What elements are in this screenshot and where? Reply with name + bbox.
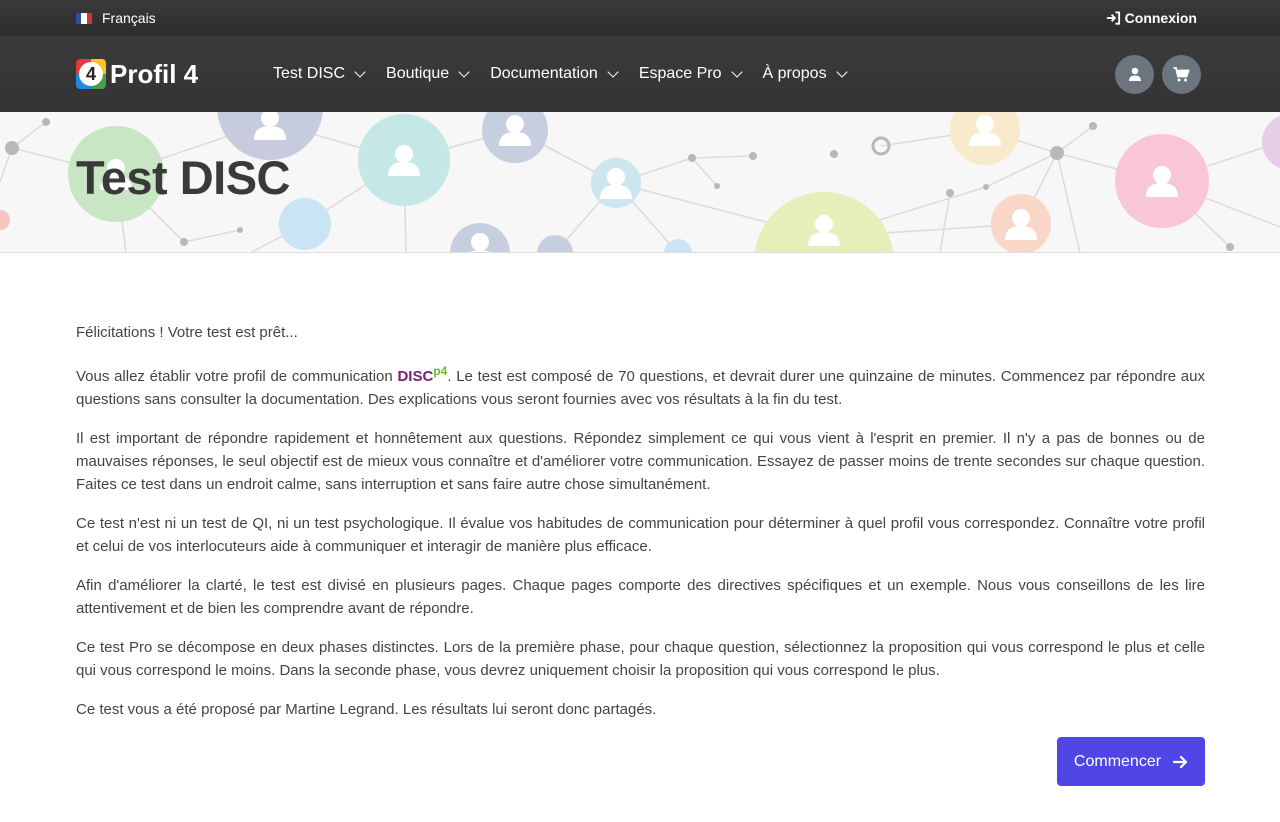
disc-brand-sup: p4	[433, 364, 448, 378]
paragraph-2: Il est important de répondre rapidement …	[76, 430, 1205, 493]
menu-item-boutique[interactable]: Boutique	[386, 65, 470, 83]
paragraph-6: Ce test vous a été proposé par Martine L…	[76, 701, 657, 718]
arrow-right-icon	[1173, 755, 1188, 768]
paragraph-5: Ce test Pro se décompose en deux phases …	[76, 639, 1205, 679]
login-link[interactable]: Connexion	[1106, 10, 1197, 26]
language-label: Français	[102, 10, 156, 26]
main-navbar: 4 Profil 4 Test DISC Boutique Documentat…	[0, 36, 1280, 112]
chevron-down-icon	[730, 66, 743, 78]
menu-label: Boutique	[386, 65, 450, 82]
user-icon	[1128, 67, 1141, 81]
brand-name: Profil 4	[110, 58, 199, 89]
page-title: Test DISC	[76, 151, 291, 204]
menu-item-a-propos[interactable]: À propos	[762, 65, 848, 83]
top-bar: Français Connexion	[0, 0, 1280, 36]
chevron-down-icon	[458, 66, 470, 78]
menu-item-documentation[interactable]: Documentation	[490, 65, 619, 83]
test-intro-content: Félicitations ! Votre test est prêt... V…	[0, 253, 1280, 786]
main-menu: Test DISC Boutique Documentation Espace …	[273, 65, 1115, 83]
start-button-label: Commencer	[1073, 752, 1162, 770]
paragraph-3: Ce test n'est ni un test de QI, ni un te…	[76, 515, 1205, 555]
page-banner: Test DISC	[0, 112, 1280, 253]
cart-icon	[1173, 66, 1190, 81]
chevron-down-icon	[607, 66, 619, 78]
chevron-down-icon	[354, 66, 366, 78]
menu-item-test-disc[interactable]: Test DISC	[273, 65, 366, 83]
profil4-logo-icon: 4	[76, 59, 106, 89]
disc-brand: DISCp4	[397, 364, 447, 385]
sign-in-icon	[1106, 11, 1120, 25]
disc-brand-text: DISC	[397, 368, 434, 385]
intro-text: Félicitations ! Votre test est prêt...	[76, 324, 298, 341]
paragraph-4: Afin d'améliorer la clarté, le test est …	[76, 577, 1205, 617]
nav-icons	[1115, 54, 1201, 94]
actions: Commencer	[76, 737, 1205, 786]
language-selector[interactable]: Français	[76, 10, 156, 26]
logo-number: 4	[79, 62, 103, 86]
p1-text-start: Vous allez établir votre profil de commu…	[76, 368, 398, 385]
france-flag-icon	[76, 12, 92, 24]
account-button[interactable]	[1115, 54, 1154, 94]
menu-item-espace-pro[interactable]: Espace Pro	[638, 65, 743, 83]
chevron-down-icon	[835, 66, 848, 78]
start-test-button[interactable]: Commencer	[1057, 737, 1205, 786]
paragraph-1: Vous allez établir votre profil de commu…	[76, 360, 1205, 411]
menu-label: Espace Pro	[638, 65, 722, 82]
menu-label: À propos	[762, 65, 827, 82]
login-label: Connexion	[1124, 10, 1197, 26]
brand-logo-link[interactable]: 4 Profil 4	[76, 59, 273, 90]
cart-button[interactable]	[1162, 54, 1201, 94]
menu-label: Documentation	[490, 65, 598, 82]
menu-label: Test DISC	[273, 65, 346, 82]
